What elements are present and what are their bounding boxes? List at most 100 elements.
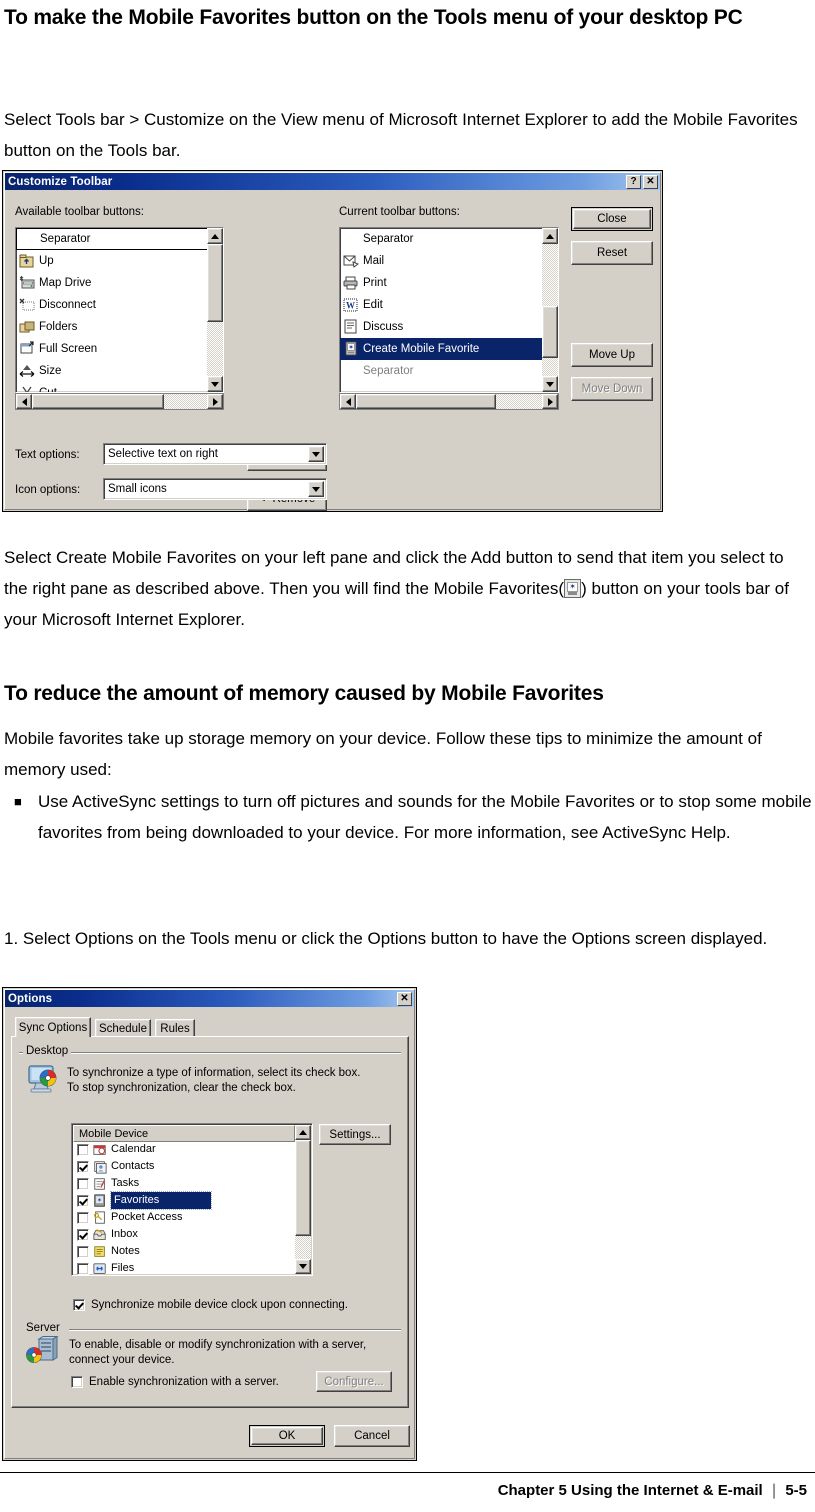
mobile-device-list-item[interactable]: Pocket Access	[72, 1209, 312, 1226]
intro-paragraph: Select Tools bar > Customize on the View…	[4, 110, 798, 160]
tab-rules[interactable]: Rules	[155, 1019, 195, 1037]
close-button[interactable]: Close	[571, 207, 653, 231]
mobile-device-list-item[interactable]: Inbox	[72, 1226, 312, 1243]
tab-sync-options[interactable]: Sync Options	[15, 1017, 91, 1037]
settings-button[interactable]: Settings...	[319, 1124, 391, 1145]
scroll-down-button[interactable]	[542, 376, 558, 392]
server-info-line-1: To enable, disable or modify synchroniza…	[69, 1339, 367, 1351]
scroll-thumb[interactable]	[542, 306, 558, 358]
scroll-up-button[interactable]	[542, 228, 558, 244]
current-list-vscrollbar[interactable]	[542, 228, 558, 392]
options-dialog[interactable]: Options ✕ Sync Options Schedule Rules De…	[2, 987, 417, 1461]
reset-button-label: Reset	[596, 247, 628, 259]
mobile-favorites-paragraph: Select Create Mobile Favorites on your l…	[4, 542, 810, 635]
scroll-thumb[interactable]	[207, 244, 223, 322]
enable-server-checkbox-row[interactable]: Enable synchronization with a server.	[71, 1376, 279, 1388]
tab-schedule[interactable]: Schedule	[95, 1019, 151, 1037]
current-list-item[interactable]: Discuss	[340, 316, 558, 338]
mobile-device-list[interactable]: Calendar Contacts Tasks ✶ Favorites Pocket Ac…	[71, 1123, 313, 1276]
mobile-device-item-checkbox[interactable]	[77, 1211, 89, 1224]
options-titlebar[interactable]: Options ✕	[5, 990, 414, 1007]
available-list-item[interactable]: Full Screen	[16, 338, 223, 360]
available-list-item[interactable]: Folders	[16, 316, 223, 338]
mobile-device-item-checkbox[interactable]	[77, 1262, 89, 1275]
current-list-item-label: Separator	[363, 233, 414, 245]
available-toolbar-buttons-label: Available toolbar buttons:	[15, 206, 144, 218]
scroll-right-button[interactable]	[542, 394, 558, 409]
scroll-up-button[interactable]	[207, 228, 223, 244]
available-list-hscrollbar[interactable]	[15, 393, 224, 410]
cancel-button[interactable]: Cancel	[334, 1425, 410, 1447]
available-list-vscrollbar[interactable]	[207, 228, 223, 392]
enable-server-checkbox[interactable]	[71, 1376, 83, 1388]
close-icon[interactable]: ✕	[643, 174, 658, 189]
files-icon	[93, 1262, 107, 1276]
customize-toolbar-dialog[interactable]: Customize Toolbar ? ✕ Available toolbar …	[2, 170, 663, 512]
hscroll-thumb[interactable]	[32, 394, 164, 409]
scroll-down-button[interactable]	[207, 376, 223, 392]
mobile-device-list-item[interactable]: Notes	[72, 1243, 312, 1260]
mobile-device-list-item[interactable]: Calendar	[72, 1141, 312, 1158]
available-list-item[interactable]: Up	[16, 250, 223, 272]
help-button[interactable]: ?	[626, 174, 641, 189]
mobile-device-item-label: Notes	[111, 1245, 140, 1257]
scroll-down-button[interactable]	[295, 1259, 311, 1274]
disconnect-icon	[19, 297, 35, 313]
tasks-icon	[93, 1177, 107, 1191]
ok-button[interactable]: OK	[249, 1425, 325, 1447]
scissors-icon	[19, 385, 35, 392]
current-list-item[interactable]: W Edit	[340, 294, 558, 316]
current-list-item[interactable]: Print	[340, 272, 558, 294]
current-buttons-list[interactable]: Separator Mail Print W Edit Discuss ✶ Create Mo…	[339, 227, 559, 393]
available-list-item[interactable]: Separator	[16, 228, 223, 250]
sync-clock-checkbox-row[interactable]: Synchronize mobile device clock upon con…	[73, 1299, 348, 1311]
hscroll-thumb[interactable]	[356, 394, 496, 409]
current-list-item-label: Discuss	[363, 321, 404, 333]
mobile-device-item-checkbox[interactable]	[77, 1194, 89, 1207]
mobile-device-item-label: Contacts	[111, 1160, 155, 1172]
reset-button[interactable]: Reset	[571, 241, 653, 265]
mobile-device-item-checkbox[interactable]	[77, 1143, 89, 1156]
mobile-device-list-header[interactable]: Mobile Device	[73, 1125, 295, 1142]
current-list-item[interactable]: Separator	[340, 228, 558, 250]
desktop-group-divider	[19, 1052, 401, 1053]
available-list-item[interactable]: Size	[16, 360, 223, 382]
available-buttons-list[interactable]: Separator Up Map Drive Disconnect Folders Ful…	[15, 227, 224, 393]
scroll-up-button[interactable]	[295, 1125, 311, 1140]
mobile-device-list-item[interactable]: Tasks	[72, 1175, 312, 1192]
current-list-hscrollbar[interactable]	[339, 393, 559, 410]
scroll-left-button[interactable]	[340, 394, 356, 409]
move-down-button[interactable]: Move Down	[571, 377, 653, 401]
close-icon[interactable]: ✕	[397, 991, 412, 1006]
mobile-list-vscrollbar[interactable]	[295, 1125, 311, 1274]
page-title: To make the Mobile Favorites button on t…	[4, 6, 743, 29]
chevron-down-icon[interactable]	[308, 481, 324, 497]
chevron-down-icon[interactable]	[308, 446, 324, 462]
customize-toolbar-titlebar[interactable]: Customize Toolbar ? ✕	[5, 173, 660, 190]
configure-button[interactable]: Configure...	[316, 1371, 392, 1392]
scroll-right-button[interactable]	[207, 394, 223, 409]
available-list-item[interactable]: Map Drive	[16, 272, 223, 294]
mobile-device-item-checkbox[interactable]	[77, 1245, 89, 1258]
arrow-up-icon	[546, 233, 554, 239]
sync-clock-checkbox[interactable]	[73, 1299, 85, 1311]
text-options-select[interactable]: Selective text on right	[103, 443, 327, 465]
scroll-thumb[interactable]	[295, 1140, 311, 1236]
mail-icon	[343, 253, 360, 269]
current-list-item[interactable]: Mail	[340, 250, 558, 272]
mobile-device-item-checkbox[interactable]	[77, 1177, 89, 1190]
available-list-item[interactable]: Cut	[16, 382, 223, 392]
mobile-device-item-checkbox[interactable]	[77, 1228, 89, 1241]
current-list-item[interactable]: Separator	[340, 360, 558, 382]
mobile-device-item-checkbox[interactable]	[77, 1160, 89, 1173]
move-up-button[interactable]: Move Up	[571, 343, 653, 367]
mobile-device-list-item[interactable]: Files	[72, 1260, 312, 1276]
mobile-device-list-item[interactable]: ✶ Favorites	[72, 1191, 312, 1210]
available-list-item[interactable]: Disconnect	[16, 294, 223, 316]
current-list-item[interactable]: ✶ Create Mobile Favorite	[340, 338, 558, 360]
icon-options-select[interactable]: Small icons	[103, 478, 327, 500]
scroll-left-button[interactable]	[16, 394, 32, 409]
arrow-down-icon	[546, 381, 554, 387]
mobile-device-list-item[interactable]: Contacts	[72, 1158, 312, 1175]
settings-button-label: Settings...	[329, 1128, 381, 1141]
